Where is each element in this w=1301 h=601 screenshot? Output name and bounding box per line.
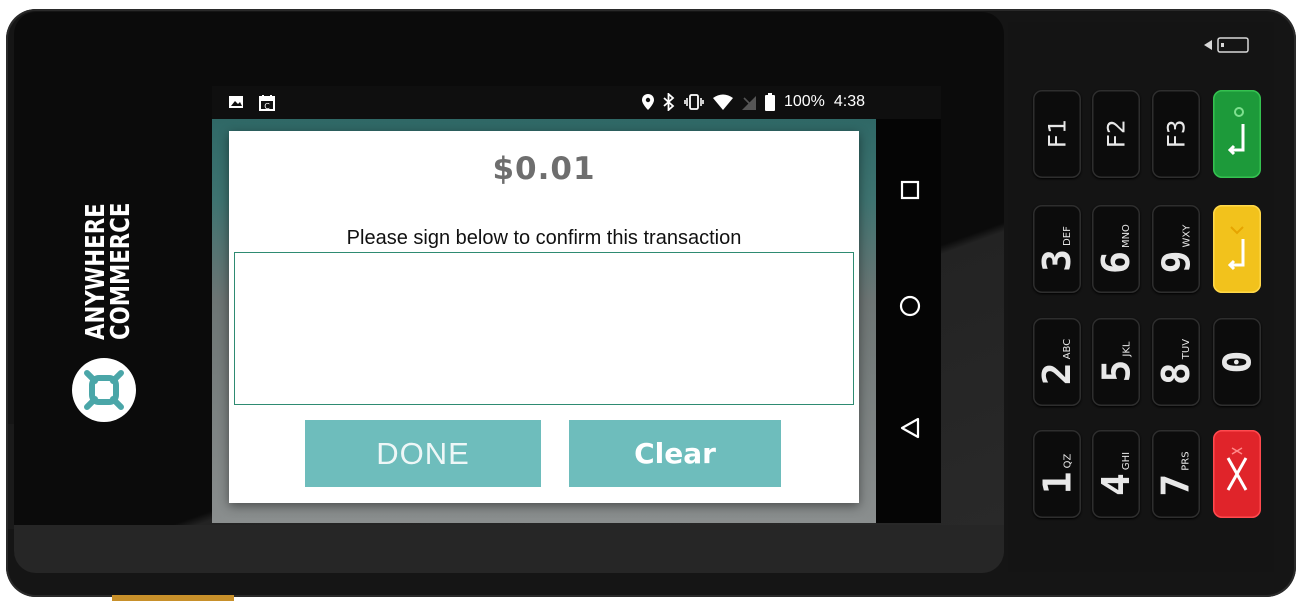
status-bar: C 100% 4:38 (212, 86, 941, 119)
bottom-connector (112, 595, 234, 601)
key-7[interactable]: 7 PRS (1152, 430, 1200, 518)
key-8[interactable]: 8 TUV (1152, 318, 1200, 406)
key-digit: 5 (1094, 359, 1138, 383)
no-signal-icon (741, 96, 756, 110)
cancel-x-icon (1226, 447, 1248, 491)
key-letters: PRS (1181, 451, 1192, 471)
key-digit: 1 (1035, 471, 1079, 495)
backspace-arrow-icon (1227, 226, 1245, 271)
key-1[interactable]: 1 QZ (1033, 430, 1081, 518)
card-insert-icon (1204, 37, 1249, 53)
clock: 4:38 (833, 93, 865, 110)
battery-icon (764, 93, 775, 111)
key-letters: GHI (1120, 451, 1132, 471)
wifi-icon (712, 94, 733, 110)
key-digit: 7 (1154, 473, 1198, 497)
battery-percent: 100% (783, 93, 825, 110)
terminal-chin (14, 525, 1004, 573)
key-digit: 9 (1154, 250, 1198, 274)
key-letters: QZ (1062, 453, 1073, 469)
key-3[interactable]: 3 DEF (1033, 205, 1081, 293)
key-digit: 6 (1094, 251, 1138, 274)
f1-key[interactable]: F1 (1033, 90, 1081, 178)
key-digit: 0 (1214, 350, 1259, 374)
key-label: F3 (1162, 119, 1190, 149)
transaction-amount: $0.01 (492, 151, 596, 187)
image-icon (229, 96, 243, 108)
enter-arrow-icon (1227, 107, 1245, 156)
bluetooth-icon (663, 93, 675, 111)
key-6[interactable]: 6 MNO (1092, 205, 1140, 293)
correction-key[interactable] (1213, 205, 1261, 293)
signature-dialog: $0.01 Please sign below to confirm this … (229, 131, 859, 503)
svg-text:C: C (264, 102, 270, 111)
enter-key[interactable] (1213, 90, 1261, 178)
calendar-icon: C (259, 95, 275, 111)
key-9[interactable]: 9 WXY (1152, 205, 1200, 293)
location-icon (641, 94, 654, 110)
key-2[interactable]: 2 ABC (1033, 318, 1081, 406)
key-0[interactable]: 0 (1213, 318, 1261, 406)
circle-icon (899, 295, 921, 317)
signature-prompt: Please sign below to confirm this transa… (346, 227, 742, 249)
brand-wordmark: ANYWHERE COMMERCE (81, 172, 136, 340)
key-label: F2 (1102, 119, 1130, 149)
brand-line-2: COMMERCE (106, 202, 136, 340)
f3-key[interactable]: F3 (1152, 90, 1200, 178)
navigation-bar (876, 119, 941, 523)
clear-button[interactable]: Clear (569, 420, 781, 487)
key-label: F1 (1043, 119, 1071, 149)
key-letters: DEF (1061, 226, 1073, 246)
vibrate-icon (684, 94, 704, 110)
key-letters: TUV (1180, 338, 1192, 360)
key-digit: 4 (1093, 473, 1138, 497)
back-button[interactable] (898, 416, 922, 440)
key-5[interactable]: 5 JKL (1092, 318, 1140, 406)
triangle-back-icon (900, 417, 920, 439)
key-letters: JKL (1121, 341, 1132, 357)
brand-logo-icon (72, 358, 136, 422)
key-letters: WXY (1181, 224, 1192, 248)
signature-pad[interactable] (234, 252, 854, 405)
key-letters: MNO (1121, 224, 1132, 249)
done-button[interactable]: DONE (305, 420, 541, 487)
f2-key[interactable]: F2 (1092, 90, 1140, 178)
key-digit: 2 (1035, 362, 1079, 386)
home-button[interactable] (898, 294, 922, 318)
key-4[interactable]: 4 GHI (1092, 430, 1140, 518)
cancel-key[interactable] (1213, 430, 1261, 518)
key-letters: ABC (1062, 338, 1073, 360)
square-icon (900, 180, 920, 200)
recents-button[interactable] (898, 178, 922, 202)
key-digit: 3 (1034, 248, 1079, 272)
key-digit: 8 (1153, 362, 1198, 386)
